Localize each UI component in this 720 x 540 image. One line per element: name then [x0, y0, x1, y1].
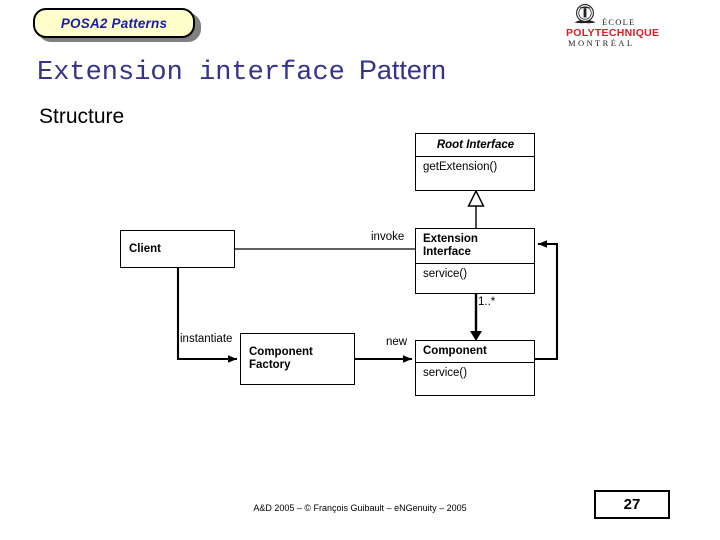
posa2-banner: POSA2 Patterns — [33, 8, 201, 42]
uml-class-name-line1: Extension — [423, 233, 478, 245]
uml-class-extension-interface: Extension Interface service() — [415, 228, 535, 294]
polytechnique-crest-icon — [574, 4, 596, 24]
slide-title-mono: Extension interface — [37, 58, 345, 88]
slide-subtitle: Structure — [39, 105, 125, 128]
uml-class-component: Component service() — [415, 340, 535, 396]
banner-label: POSA2 Patterns — [60, 15, 168, 31]
banner-pill: POSA2 Patterns — [33, 8, 195, 38]
uml-operation: service() — [416, 263, 534, 284]
polytechnique-logo: ÉCOLE POLYTECHNIQUE MONTRÉAL — [566, 3, 662, 49]
uml-class-name-line2: Interface — [423, 246, 471, 258]
relation-generalization — [467, 189, 485, 228]
uml-class-client: Client — [120, 230, 235, 268]
edge-label-instantiate: instantiate — [180, 333, 233, 345]
uml-class-name: Root Interface — [436, 139, 515, 151]
edge-label-invoke: invoke — [371, 231, 405, 243]
uml-class-name: Component — [423, 345, 487, 357]
edge-label-new: new — [386, 336, 408, 348]
page-number-box: 27 — [594, 490, 670, 519]
logo-line-montreal: MONTRÉAL — [568, 38, 635, 48]
page-number: 27 — [623, 496, 641, 513]
uml-class-name: Client — [129, 242, 161, 255]
uml-class-component-factory: Component Factory — [240, 333, 355, 385]
uml-class-name-line1: Component — [249, 346, 313, 358]
uml-operation: service() — [416, 362, 534, 383]
relation-instantiate — [176, 268, 237, 363]
uml-class-name-line2: Factory — [249, 359, 291, 371]
slide-title-sans: Pattern — [358, 55, 446, 85]
uml-class-root-interface: Root Interface getExtension() — [415, 133, 535, 191]
uml-operation: getExtension() — [416, 156, 534, 177]
relation-component-to-extension — [535, 240, 559, 361]
logo-line-ecole: ÉCOLE — [602, 17, 636, 27]
uml-class-name: Extension Interface — [416, 229, 534, 263]
edge-label-multiplicity: 1..* — [478, 296, 496, 308]
uml-class-name: Component Factory — [241, 342, 319, 376]
slide-title: Extension interface Pattern — [37, 55, 446, 88]
